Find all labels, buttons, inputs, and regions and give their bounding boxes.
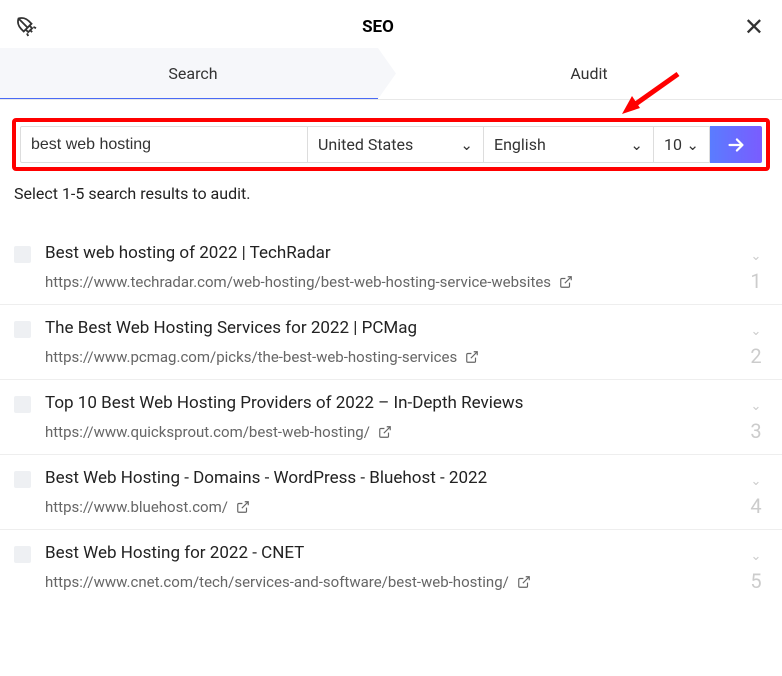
result-checkbox[interactable] bbox=[14, 471, 31, 488]
result-url-text: https://www.quicksprout.com/best-web-hos… bbox=[45, 423, 370, 441]
result-side: ⌄ 4 bbox=[744, 468, 768, 516]
count-value: 10 bbox=[664, 135, 682, 154]
external-link-icon bbox=[517, 575, 531, 589]
chevron-down-icon[interactable]: ⌄ bbox=[751, 474, 762, 489]
tab-search[interactable]: Search bbox=[0, 48, 396, 99]
result-url[interactable]: https://www.bluehost.com/ bbox=[45, 498, 744, 516]
result-url-text: https://www.cnet.com/tech/services-and-s… bbox=[45, 573, 509, 591]
result-side: ⌄ 5 bbox=[744, 543, 768, 591]
result-body: Best Web Hosting for 2022 - CNET https:/… bbox=[45, 543, 744, 591]
result-row: The Best Web Hosting Services for 2022 |… bbox=[0, 305, 782, 380]
query-input[interactable] bbox=[20, 126, 308, 163]
tab-bar: Search Audit bbox=[0, 48, 782, 100]
language-select[interactable]: English ⌄ bbox=[484, 126, 654, 163]
result-checkbox[interactable] bbox=[14, 396, 31, 413]
result-title: Best Web Hosting for 2022 - CNET bbox=[45, 543, 744, 563]
result-row: Best Web Hosting - Domains - WordPress -… bbox=[0, 455, 782, 530]
result-side: ⌄ 3 bbox=[744, 393, 768, 441]
tab-audit[interactable]: Audit bbox=[396, 48, 782, 99]
arrow-right-icon bbox=[725, 134, 747, 156]
search-button[interactable] bbox=[710, 126, 762, 163]
instruction-text: Select 1-5 search results to audit. bbox=[14, 184, 768, 203]
modal-header: SEO ✕ bbox=[0, 0, 782, 48]
external-link-icon bbox=[465, 350, 479, 364]
result-body: Top 10 Best Web Hosting Providers of 202… bbox=[45, 393, 744, 441]
count-select[interactable]: 10 ⌄ bbox=[654, 126, 710, 163]
result-body: Best Web Hosting - Domains - WordPress -… bbox=[45, 468, 744, 516]
results-list: Best web hosting of 2022 | TechRadar htt… bbox=[0, 227, 782, 604]
external-link-icon bbox=[378, 425, 392, 439]
language-value: English bbox=[494, 135, 546, 154]
result-url-text: https://www.pcmag.com/picks/the-best-web… bbox=[45, 348, 457, 366]
chevron-down-icon[interactable]: ⌄ bbox=[751, 549, 762, 564]
result-row: Best Web Hosting for 2022 - CNET https:/… bbox=[0, 530, 782, 604]
chevron-down-icon[interactable]: ⌄ bbox=[751, 249, 762, 264]
result-title: The Best Web Hosting Services for 2022 |… bbox=[45, 318, 744, 338]
result-url[interactable]: https://www.techradar.com/web-hosting/be… bbox=[45, 273, 744, 291]
result-url[interactable]: https://www.pcmag.com/picks/the-best-web… bbox=[45, 348, 744, 366]
page-title: SEO bbox=[16, 17, 740, 37]
chevron-down-icon[interactable]: ⌄ bbox=[751, 324, 762, 339]
result-row: Top 10 Best Web Hosting Providers of 202… bbox=[0, 380, 782, 455]
result-body: Best web hosting of 2022 | TechRadar htt… bbox=[45, 243, 744, 291]
result-side: ⌄ 1 bbox=[744, 243, 768, 291]
result-number: 5 bbox=[750, 569, 761, 593]
chevron-down-icon: ⌄ bbox=[630, 136, 643, 154]
result-title: Best web hosting of 2022 | TechRadar bbox=[45, 243, 744, 263]
search-controls: United States ⌄ English ⌄ 10 ⌄ bbox=[12, 118, 770, 171]
tab-audit-label: Audit bbox=[570, 64, 607, 83]
chevron-down-icon: ⌄ bbox=[460, 136, 473, 154]
result-url[interactable]: https://www.cnet.com/tech/services-and-s… bbox=[45, 573, 744, 591]
result-checkbox[interactable] bbox=[14, 546, 31, 563]
result-checkbox[interactable] bbox=[14, 321, 31, 338]
result-checkbox[interactable] bbox=[14, 246, 31, 263]
result-url[interactable]: https://www.quicksprout.com/best-web-hos… bbox=[45, 423, 744, 441]
close-button[interactable]: ✕ bbox=[740, 15, 768, 39]
country-select[interactable]: United States ⌄ bbox=[308, 126, 484, 163]
result-url-text: https://www.bluehost.com/ bbox=[45, 498, 228, 516]
result-url-text: https://www.techradar.com/web-hosting/be… bbox=[45, 273, 551, 291]
result-number: 3 bbox=[750, 419, 761, 443]
external-link-icon bbox=[559, 275, 573, 289]
country-value: United States bbox=[318, 135, 413, 154]
result-number: 2 bbox=[750, 344, 761, 368]
result-row: Best web hosting of 2022 | TechRadar htt… bbox=[0, 227, 782, 305]
result-number: 4 bbox=[750, 494, 761, 518]
result-body: The Best Web Hosting Services for 2022 |… bbox=[45, 318, 744, 366]
chevron-down-icon[interactable]: ⌄ bbox=[751, 399, 762, 414]
result-title: Top 10 Best Web Hosting Providers of 202… bbox=[45, 393, 744, 413]
result-number: 1 bbox=[750, 269, 761, 293]
result-title: Best Web Hosting - Domains - WordPress -… bbox=[45, 468, 744, 488]
tab-search-label: Search bbox=[168, 64, 217, 83]
result-side: ⌄ 2 bbox=[744, 318, 768, 366]
chevron-down-icon: ⌄ bbox=[686, 136, 699, 154]
external-link-icon bbox=[236, 500, 250, 514]
